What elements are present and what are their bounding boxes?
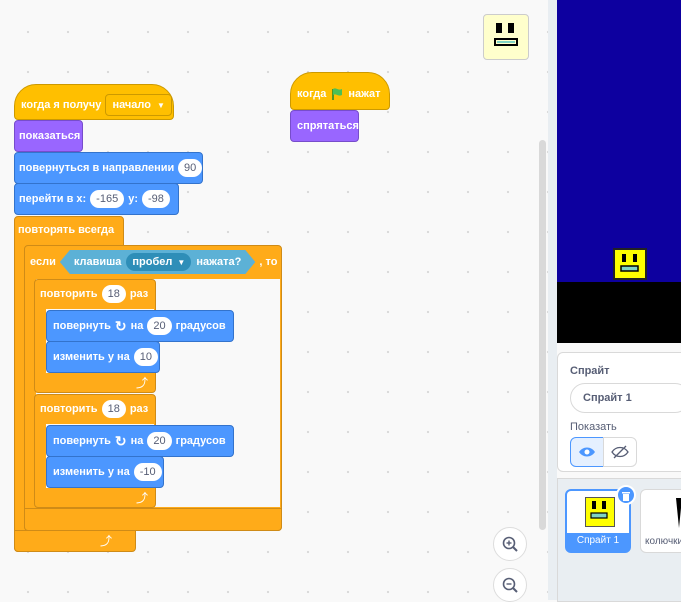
direction-input[interactable]: 90 bbox=[178, 159, 202, 177]
eye-icon bbox=[579, 447, 595, 457]
current-sprite-thumbnail bbox=[483, 14, 529, 60]
forever-arrow-icon: ⤴ bbox=[100, 534, 113, 548]
goto-xy-block[interactable]: перейти в x: -165 y: -98 bbox=[14, 183, 179, 215]
show-label: Показать bbox=[570, 421, 617, 433]
workspace-scrollbar[interactable] bbox=[539, 140, 546, 530]
sprite-list: Спрайт 1 колючки bbox=[557, 478, 681, 602]
rotate-right-icon: ↻ bbox=[114, 432, 127, 449]
sprite-tile[interactable]: колючки bbox=[640, 489, 681, 553]
show-sprite-button[interactable] bbox=[570, 437, 604, 467]
repeat-count-input[interactable]: 18 bbox=[101, 285, 126, 303]
turn-right-block[interactable]: повернуть ↻ на 20 градусов bbox=[46, 425, 234, 457]
sprite-face-icon bbox=[590, 501, 608, 519]
when-flag-clicked-hat-block[interactable]: когда нажат bbox=[290, 72, 390, 110]
degrees-input[interactable]: 20 bbox=[147, 432, 172, 450]
sprite-tile-name: Спрайт 1 bbox=[576, 535, 620, 546]
repeat-2-header: повторить 18 раз bbox=[34, 395, 154, 423]
point-direction-block[interactable]: повернуться в направлении 90 bbox=[14, 152, 203, 184]
eye-slash-icon bbox=[611, 445, 629, 459]
when-receive-hat-block[interactable]: когда я получу начало ▼ bbox=[14, 84, 174, 120]
forever-label-area: повторять всегда bbox=[18, 224, 115, 236]
stage-ground bbox=[557, 282, 681, 343]
repeat-count-input[interactable]: 18 bbox=[101, 400, 126, 418]
sprite-thumbnail bbox=[675, 498, 681, 533]
key-pressed-block[interactable]: клавиша пробел ▼ нажата? bbox=[60, 250, 256, 274]
dropdown-arrow-icon: ▼ bbox=[157, 100, 165, 110]
delete-sprite-button[interactable] bbox=[616, 485, 636, 505]
repeat-2-arrow-icon: ⤴ bbox=[136, 491, 149, 505]
sprite-info-panel: Спрайт Спрайт 1 Показать bbox=[557, 352, 681, 472]
x-input[interactable]: -165 bbox=[90, 190, 125, 208]
key-dropdown[interactable]: пробел ▼ bbox=[126, 253, 191, 271]
hide-sprite-button[interactable] bbox=[603, 437, 637, 467]
panel-separator bbox=[548, 0, 557, 600]
message-dropdown[interactable]: начало ▼ bbox=[105, 94, 172, 116]
stage[interactable] bbox=[557, 0, 681, 343]
forever-block-bottom[interactable] bbox=[14, 530, 136, 552]
green-flag-icon bbox=[330, 87, 344, 101]
change-y-input[interactable]: 10 bbox=[133, 348, 159, 366]
degrees-input[interactable]: 20 bbox=[147, 317, 172, 335]
sprite-thumbnail bbox=[585, 497, 615, 527]
sprite-name-input[interactable]: Спрайт 1 bbox=[570, 383, 681, 413]
if-block-bottom[interactable] bbox=[24, 508, 282, 531]
zoom-in-icon bbox=[502, 536, 518, 552]
change-y-block[interactable]: изменить у на 10 bbox=[46, 341, 160, 373]
change-y-input[interactable]: -10 bbox=[133, 463, 162, 481]
player-sprite[interactable] bbox=[613, 248, 647, 280]
dropdown-arrow-icon: ▼ bbox=[177, 257, 186, 267]
sprite-face-icon bbox=[494, 23, 518, 46]
if-header: если клавиша пробел ▼ нажата? , то bbox=[24, 246, 280, 278]
repeat-1-header: повторить 18 раз bbox=[34, 280, 154, 308]
change-y-block[interactable]: изменить у на -10 bbox=[46, 456, 164, 488]
spike-icon bbox=[676, 498, 681, 528]
show-block[interactable]: показаться bbox=[14, 120, 83, 152]
y-input[interactable]: -98 bbox=[141, 190, 170, 208]
zoom-out-button[interactable] bbox=[493, 568, 527, 602]
sprite-tile-name: колючки bbox=[645, 536, 681, 547]
rotate-right-icon: ↻ bbox=[114, 317, 127, 334]
code-workspace[interactable]: ⤴ ⤴ ⤴ когда я получу начало ▼ показаться… bbox=[0, 0, 548, 602]
zoom-in-button[interactable] bbox=[493, 527, 527, 561]
turn-right-block[interactable]: повернуть ↻ на 20 градусов bbox=[46, 310, 234, 342]
zoom-out-icon bbox=[502, 577, 518, 593]
sprite-face-icon bbox=[620, 254, 639, 272]
repeat-1-arrow-icon: ⤴ bbox=[136, 376, 149, 390]
hide-block[interactable]: спрятаться bbox=[290, 110, 359, 142]
trash-icon bbox=[622, 491, 630, 501]
sprite-label: Спрайт bbox=[570, 365, 610, 377]
